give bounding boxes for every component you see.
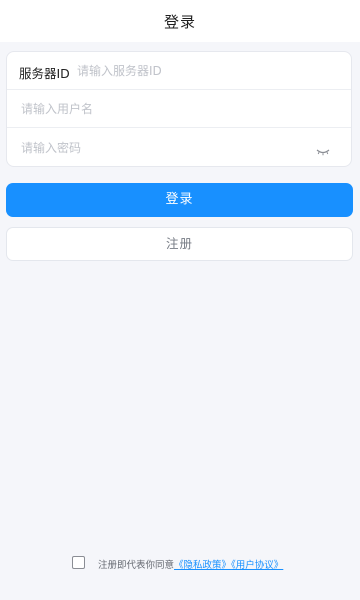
agreement-text: 注册即代表你同意《隐私政策》《用户协议》 [98,557,283,571]
page-title: 登录 [163,13,196,31]
password-row [7,129,351,167]
privacy-policy-link[interactable]: 《隐私政策》 [174,560,231,571]
password-input[interactable] [21,137,291,159]
username-input[interactable] [21,98,321,120]
agree-checkbox[interactable] [72,556,85,569]
app-header: 登录 [0,0,360,42]
user-agreement-link[interactable]: 《用户协议》 [231,560,283,571]
server-id-label: 服务器ID [19,66,70,81]
server-id-input[interactable] [77,60,337,82]
username-row [7,90,351,128]
login-form-card: 服务器ID [6,51,352,167]
agreement-prefix: 注册即代表你同意 [98,560,175,571]
eye-closed-icon[interactable] [316,142,330,156]
server-id-row: 服务器ID [7,52,351,90]
register-button[interactable]: 注册 [6,227,353,261]
login-button[interactable]: 登录 [6,183,353,217]
